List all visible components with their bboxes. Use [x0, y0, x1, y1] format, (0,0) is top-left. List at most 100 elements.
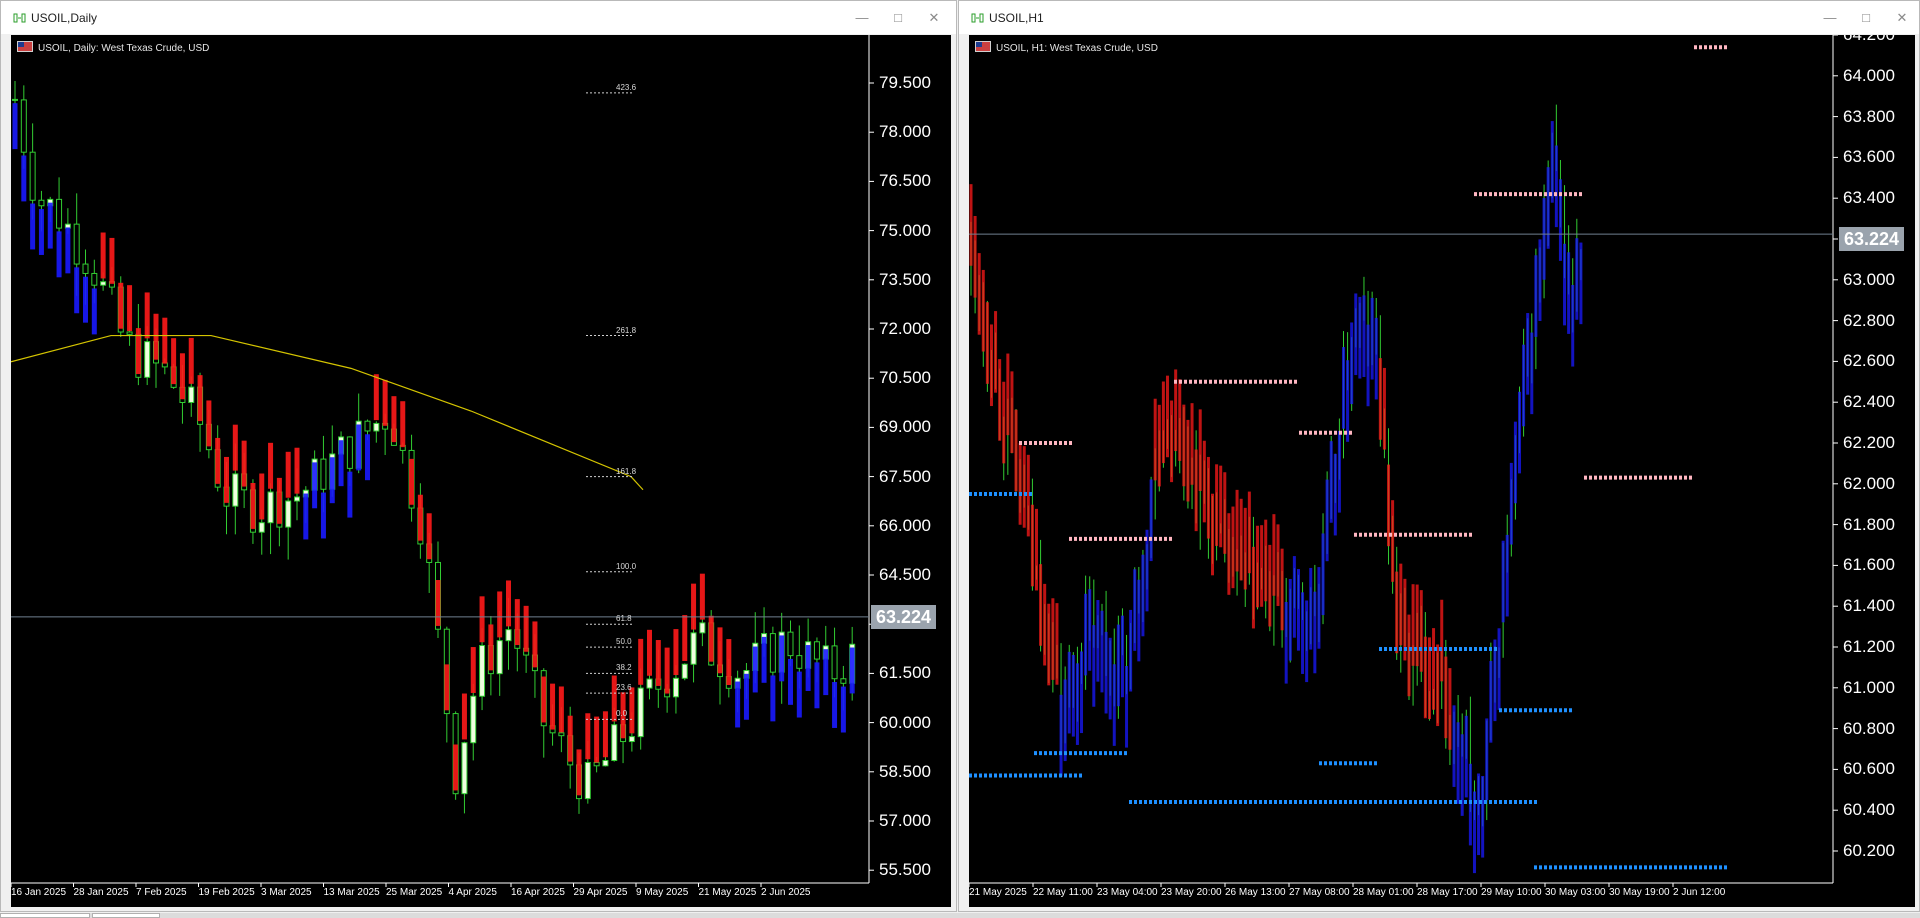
trend-bar	[30, 203, 36, 250]
trend-bar	[1358, 296, 1362, 379]
trend-bar	[832, 682, 838, 728]
candle-body	[787, 631, 794, 657]
trend-bar	[1247, 491, 1251, 574]
h1-chart-window: USOIL,H1 — □ ✕ USOIL, H1: West Texas Cru…	[958, 0, 1920, 912]
minimize-button[interactable]: —	[853, 9, 871, 27]
price-tick-label: 62.200	[1843, 433, 1895, 452]
trend-bar	[1206, 456, 1210, 539]
trend-bar	[144, 292, 150, 339]
trend-bar	[1546, 167, 1550, 249]
trend-bar	[691, 583, 697, 630]
trend-bar	[1333, 453, 1337, 536]
maximize-button[interactable]: □	[1857, 9, 1875, 27]
trend-bar	[1104, 631, 1108, 714]
trend-bar	[276, 477, 282, 524]
trend-bar	[1182, 404, 1186, 487]
candle-body	[611, 724, 618, 762]
price-tick-label: 61.800	[1843, 514, 1895, 534]
trend-bar	[470, 647, 476, 693]
trend-bar	[1002, 381, 1006, 464]
fib-level-label: 100.0	[616, 561, 637, 571]
candle-body	[82, 263, 89, 274]
trend-bar	[514, 599, 520, 646]
minimize-button[interactable]: —	[1821, 9, 1839, 27]
candle-body	[470, 695, 477, 744]
candle-body	[479, 645, 486, 697]
trend-bar	[197, 375, 203, 422]
symbol-label: USOIL, H1: West Texas Crude, USD	[975, 41, 1158, 54]
date-tick-label: 22 May 11:00	[1033, 887, 1093, 898]
trend-bar	[1030, 504, 1034, 587]
trend-bar	[382, 379, 388, 426]
trend-bar	[735, 681, 741, 728]
window-titlebar[interactable]: USOIL,Daily — □ ✕	[1, 1, 956, 34]
trend-bar	[1272, 514, 1276, 596]
trend-bar	[998, 359, 1002, 441]
h1-price-chart[interactable]: USOIL, H1: West Texas Crude, USD 64.200 6…	[969, 35, 1915, 907]
fib-level-label: 261.8	[616, 325, 637, 335]
trend-bar	[1018, 443, 1022, 525]
trend-bar	[1305, 600, 1309, 683]
trend-bar	[585, 713, 591, 760]
tab-h1[interactable]	[92, 913, 160, 918]
date-tick-label: 26 May 13:00	[1225, 887, 1286, 898]
trend-bar	[1108, 637, 1112, 720]
trend-bar	[83, 276, 88, 323]
trend-bar	[56, 231, 62, 278]
trend-bar	[1509, 462, 1513, 545]
trend-bar	[981, 269, 985, 352]
date-tick-label: 23 May 04:00	[1097, 887, 1158, 898]
price-tick-label: 64.000	[1843, 65, 1895, 85]
candle-body	[100, 281, 107, 286]
fib-level-label: 0.0	[616, 709, 628, 719]
trend-bar	[1112, 664, 1116, 746]
trend-bar	[426, 513, 432, 560]
close-button[interactable]: ✕	[925, 9, 943, 27]
trend-bar	[647, 629, 652, 676]
trend-bar	[38, 209, 44, 255]
trend-bar	[994, 311, 998, 393]
trend-bar	[127, 285, 133, 332]
trend-bar	[743, 673, 749, 720]
trend-bar	[1125, 666, 1129, 748]
trend-bar	[1280, 548, 1284, 631]
trend-bar	[1366, 324, 1370, 407]
trend-bar	[985, 302, 989, 384]
daily-price-chart[interactable]: USOIL, Daily: West Texas Crude, USD 79.5…	[11, 35, 951, 907]
trend-bar	[1256, 525, 1260, 608]
trend-bar	[1309, 567, 1313, 650]
trend-bar	[1411, 584, 1415, 666]
trend-bar	[682, 615, 688, 661]
trend-bar	[638, 638, 644, 685]
price-tick-label: 55.500	[879, 860, 931, 880]
trend-bar	[1006, 353, 1010, 436]
trend-bar	[1190, 403, 1194, 485]
price-tick-label: 62.800	[1843, 310, 1895, 330]
fib-level-label: 161.8	[616, 466, 637, 476]
trend-bar	[1116, 624, 1120, 707]
trend-bar	[171, 338, 177, 385]
trend-bar	[1075, 663, 1079, 745]
candle-body	[505, 629, 512, 642]
trend-bar	[1223, 472, 1227, 554]
trend-bar	[1235, 489, 1239, 572]
trend-bar	[320, 492, 326, 539]
trend-bar	[814, 662, 820, 709]
date-tick-label: 7 Feb 2025	[136, 887, 187, 898]
date-tick-label: 28 May 17:00	[1417, 887, 1478, 898]
close-button[interactable]: ✕	[1893, 9, 1911, 27]
window-titlebar[interactable]: USOIL,H1 — □ ✕	[959, 1, 1919, 34]
trend-bar	[1227, 513, 1231, 595]
trend-bar	[1100, 610, 1104, 693]
maximize-button[interactable]: □	[889, 9, 907, 27]
trend-bar	[1415, 584, 1419, 667]
price-tick-label: 62.600	[1843, 351, 1895, 371]
us-flag-icon	[975, 41, 991, 52]
candle-body	[602, 760, 609, 767]
tab-daily[interactable]	[0, 913, 90, 918]
trend-bar	[1481, 775, 1485, 858]
trend-bar	[532, 621, 538, 668]
candle-body	[20, 99, 27, 153]
date-tick-label: 9 May 2025	[636, 887, 689, 898]
candle-body	[558, 732, 565, 737]
